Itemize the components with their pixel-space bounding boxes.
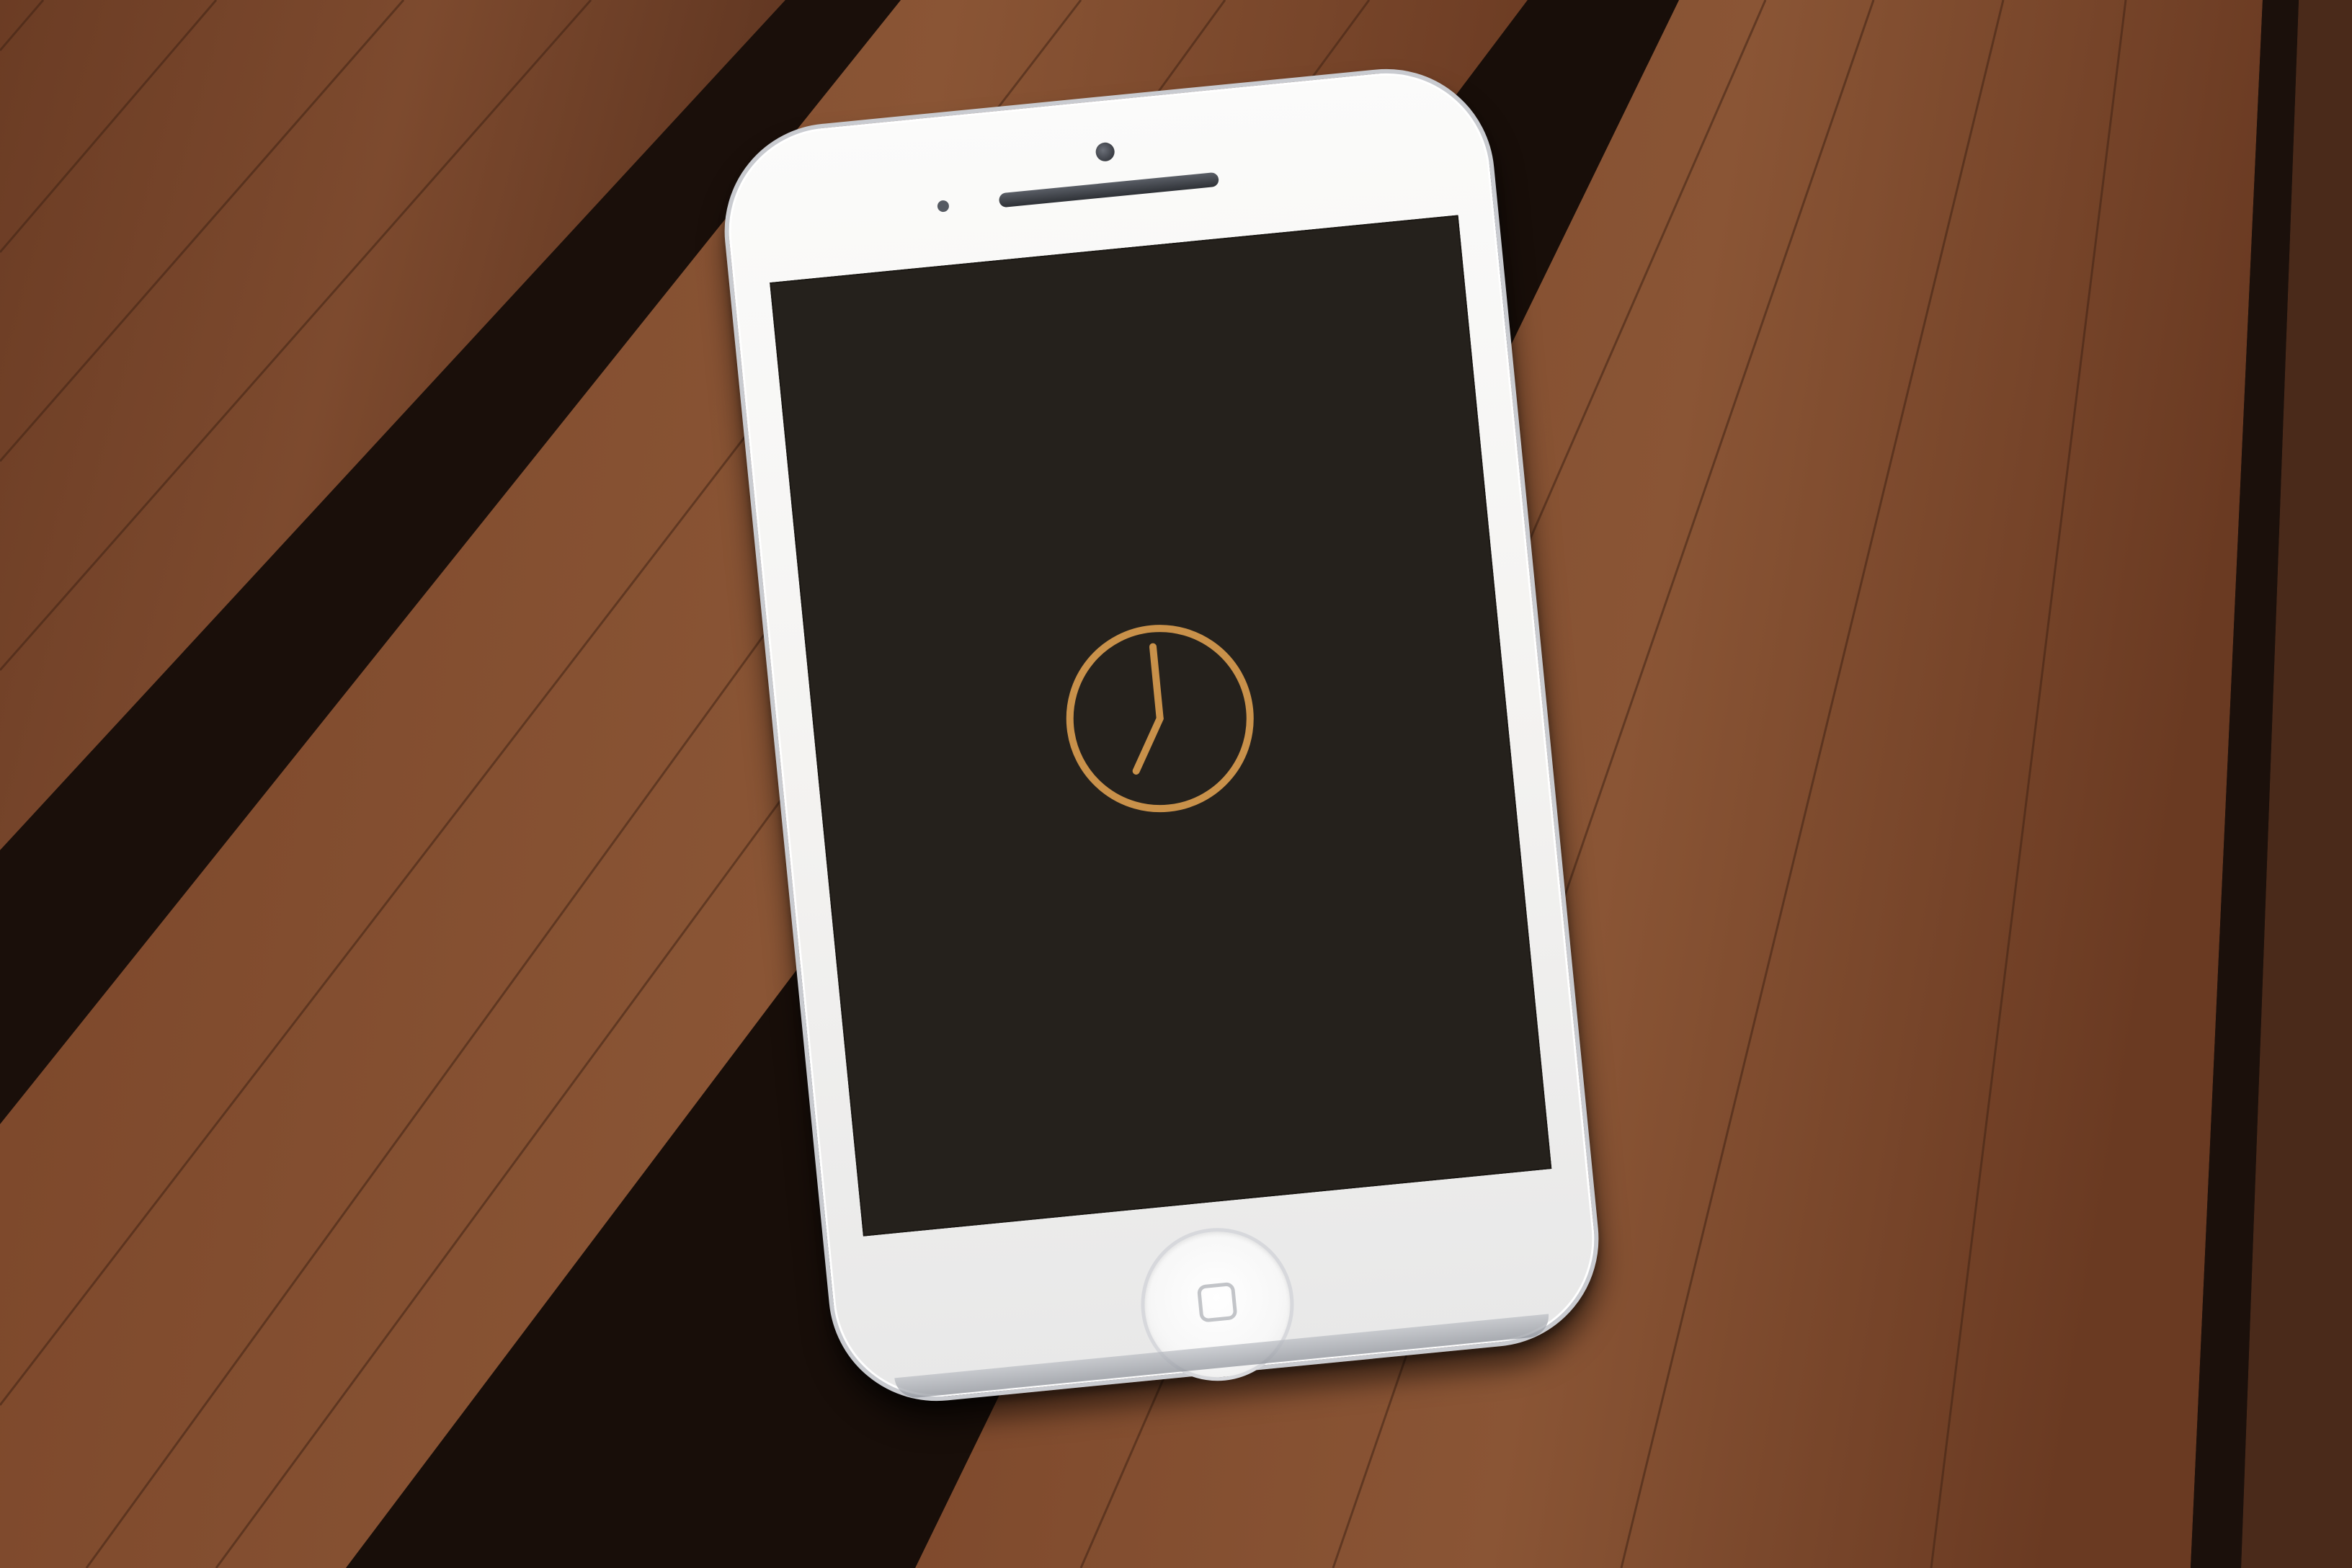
photo-scene: [0, 0, 2352, 1568]
phone-screen[interactable]: [770, 215, 1552, 1237]
clock-hour-hand: [1132, 715, 1164, 775]
clock-minute-hand: [1149, 643, 1164, 723]
clock-icon: [1066, 625, 1254, 813]
iphone: [714, 58, 1609, 1412]
home-square-icon: [1196, 1281, 1238, 1323]
